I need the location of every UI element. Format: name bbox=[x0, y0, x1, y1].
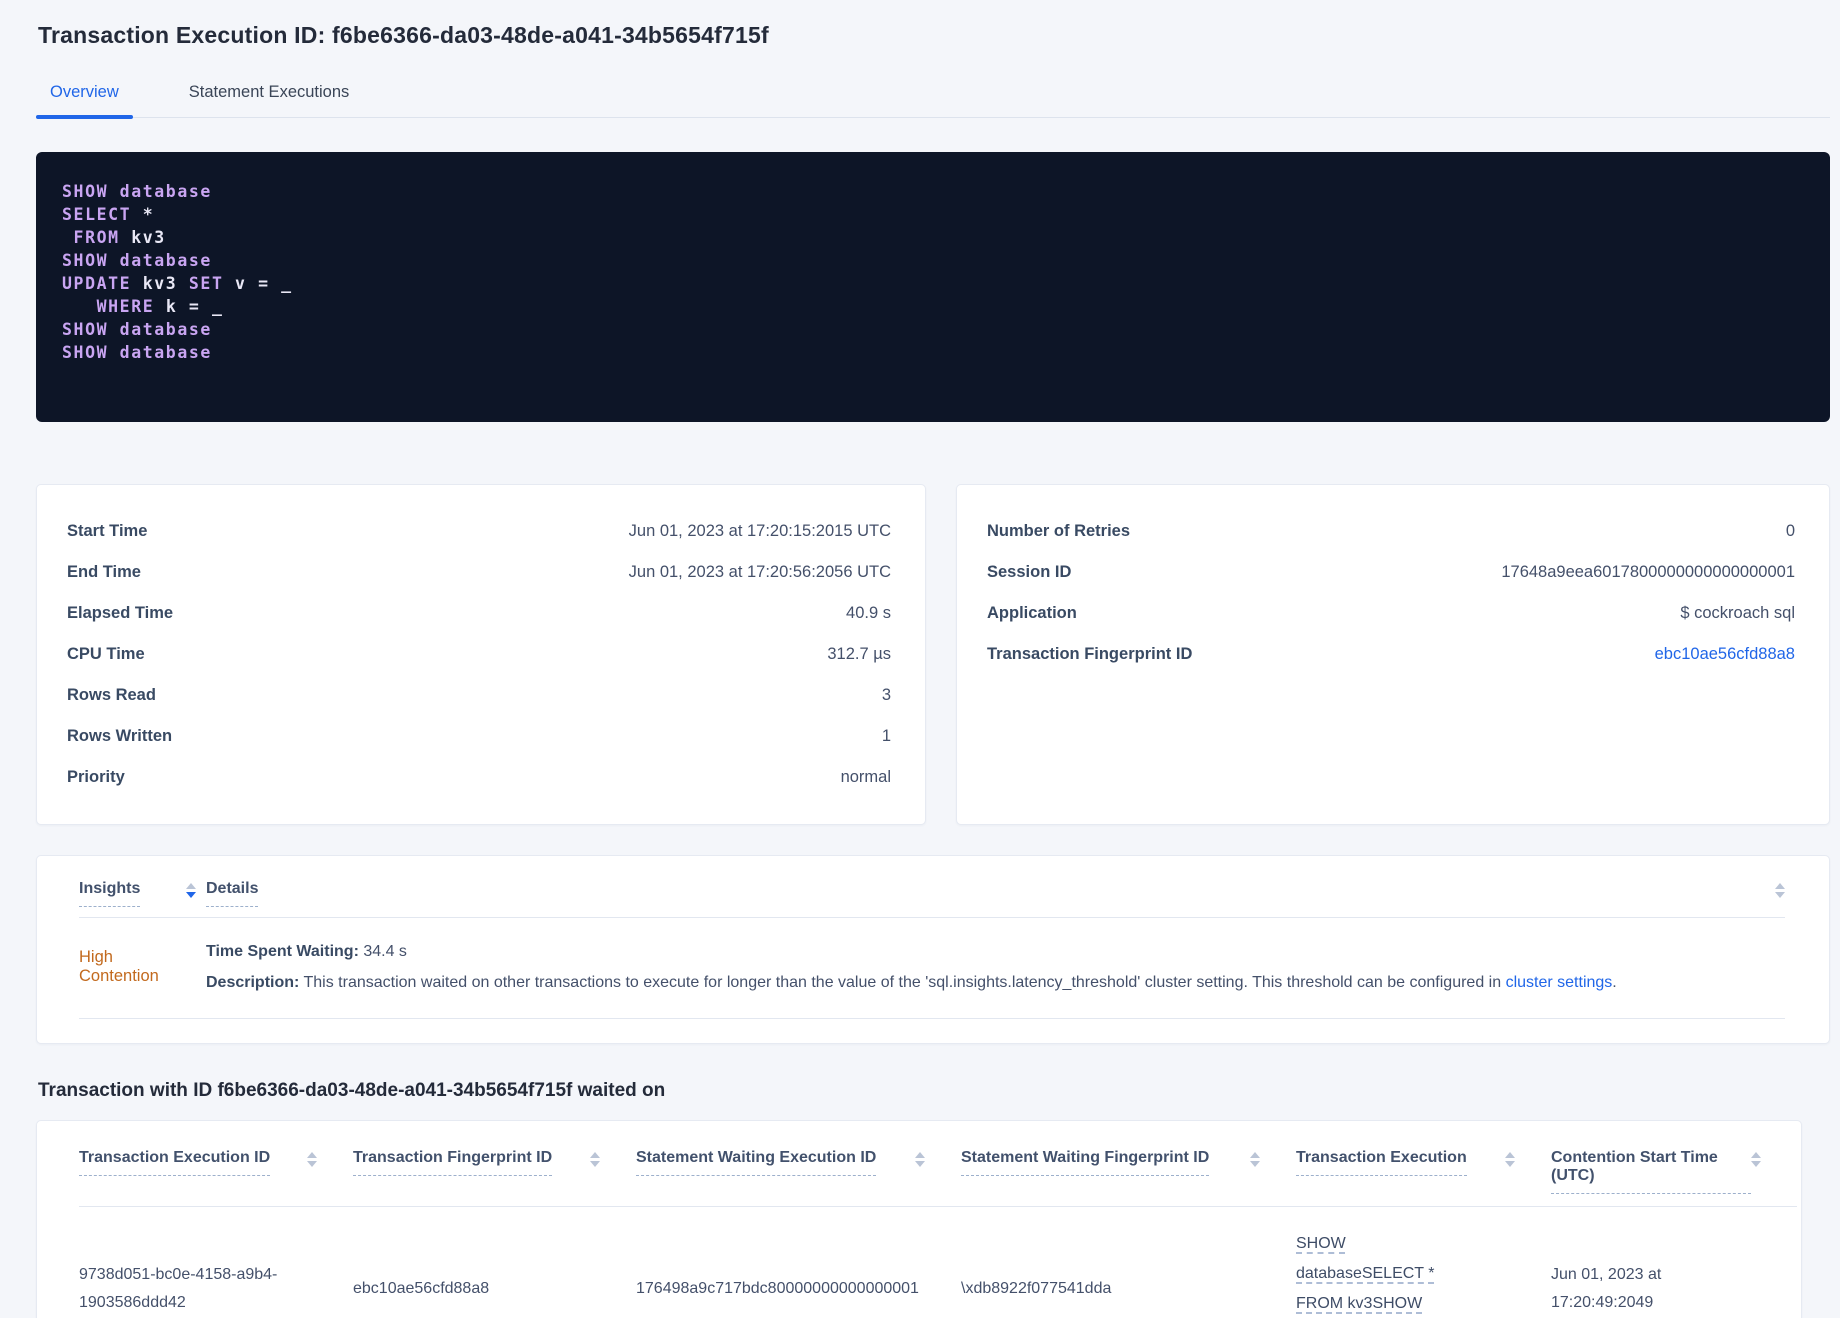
cell-transaction-fingerprint-id: ebc10ae56cfd88a8 bbox=[353, 1280, 490, 1297]
sql-line: SELECT * bbox=[62, 205, 155, 224]
tab-bar: Overview Statement Executions bbox=[36, 75, 1830, 119]
cell-contention-start-time: Jun 01, 2023 at 17:20:49:2049 bbox=[1551, 1266, 1662, 1311]
sql-line: SHOW database bbox=[62, 320, 212, 339]
kv-row-elapsed-time: Elapsed Time 40.9 s bbox=[67, 604, 891, 622]
sort-icon[interactable] bbox=[1751, 1152, 1761, 1167]
cell-transaction-execution: SHOW databaseSELECT * FROM kv3SHOW datab… bbox=[1296, 1229, 1551, 1318]
cell-statement-waiting-fingerprint-id: \xdb8922f077541dda bbox=[961, 1280, 1112, 1297]
transaction-fingerprint-link[interactable]: ebc10ae56cfd88a8 bbox=[1655, 645, 1795, 664]
insight-type-cell: High Contention bbox=[79, 948, 206, 986]
details-column-header[interactable]: Details bbox=[206, 880, 259, 907]
waited-on-heading: Transaction with ID f6be6366-da03-48de-a… bbox=[38, 1080, 666, 1101]
sort-icon-right[interactable] bbox=[1775, 883, 1785, 898]
kv-row-priority: Priority normal bbox=[67, 768, 891, 786]
cell-transaction-execution-id: 9738d051-bc0e-4158-a9b4-1903586ddd42 bbox=[79, 1266, 278, 1311]
execution-details-card: Start Time Jun 01, 2023 at 17:20:15:2015… bbox=[36, 484, 926, 825]
sort-icon[interactable] bbox=[307, 1152, 317, 1167]
col-header-statement-waiting-fingerprint-id[interactable]: Statement Waiting Fingerprint ID bbox=[961, 1149, 1296, 1176]
high-contention-badge: High Contention bbox=[79, 948, 159, 985]
insights-table-header: Insights Details bbox=[79, 856, 1785, 918]
cell-statement-waiting-execution-id: 176498a9c717bdc80000000000000001 bbox=[636, 1280, 919, 1297]
kv-row-transaction-fingerprint-id: Transaction Fingerprint ID ebc10ae56cfd8… bbox=[987, 645, 1795, 664]
kv-row-number-of-retries: Number of Retries 0 bbox=[987, 522, 1795, 540]
waited-table-row: 9738d051-bc0e-4158-a9b4-1903586ddd42 ebc… bbox=[79, 1207, 1797, 1318]
kv-row-rows-written: Rows Written 1 bbox=[67, 727, 891, 745]
sql-line: SHOW database bbox=[62, 343, 212, 362]
sort-icon[interactable] bbox=[1505, 1152, 1515, 1167]
insights-table: Insights Details High Contention Time Sp… bbox=[36, 855, 1830, 1044]
transaction-execution-page: Transaction Execution ID: f6be6366-da03-… bbox=[0, 0, 1840, 1318]
time-spent-waiting: Time Spent Waiting: 34.4 s bbox=[206, 943, 407, 960]
sql-line: FROM kv3 bbox=[62, 228, 166, 247]
insight-description: Description: This transaction waited on … bbox=[206, 974, 1617, 991]
cluster-settings-link[interactable]: cluster settings bbox=[1506, 974, 1613, 991]
insight-details-cell: Time Spent Waiting: 34.4 s Description: … bbox=[206, 936, 1785, 998]
kv-row-end-time: End Time Jun 01, 2023 at 17:20:56:2056 U… bbox=[67, 563, 891, 581]
kv-row-start-time: Start Time Jun 01, 2023 at 17:20:15:2015… bbox=[67, 522, 891, 540]
sql-line: SHOW database bbox=[62, 251, 212, 270]
sort-icon-insights[interactable] bbox=[186, 883, 196, 898]
sort-icon[interactable] bbox=[915, 1152, 925, 1167]
col-header-statement-waiting-execution-id[interactable]: Statement Waiting Execution ID bbox=[636, 1149, 961, 1176]
waited-table-header: Transaction Execution ID Transaction Fin… bbox=[79, 1121, 1797, 1207]
sql-line: SHOW database bbox=[62, 182, 212, 201]
sql-statements-box: SHOW database SELECT * FROM kv3 SHOW dat… bbox=[36, 152, 1830, 422]
sort-icon[interactable] bbox=[590, 1152, 600, 1167]
tab-overview[interactable]: Overview bbox=[36, 75, 133, 119]
kv-row-rows-read: Rows Read 3 bbox=[67, 686, 891, 704]
waited-on-table: Transaction Execution ID Transaction Fin… bbox=[36, 1120, 1802, 1318]
kv-row-session-id: Session ID 17648a9eea6017800000000000000… bbox=[987, 563, 1795, 581]
col-header-transaction-execution[interactable]: Transaction Execution bbox=[1296, 1149, 1551, 1176]
summary-cards: Start Time Jun 01, 2023 at 17:20:15:2015… bbox=[36, 484, 1830, 825]
page-title: Transaction Execution ID: f6be6366-da03-… bbox=[38, 22, 769, 48]
kv-row-application: Application $ cockroach sql bbox=[987, 604, 1795, 622]
transaction-execution-link[interactable]: SHOW databaseSELECT * FROM kv3SHOW datab… bbox=[1296, 1229, 1476, 1318]
col-header-transaction-fingerprint-id[interactable]: Transaction Fingerprint ID bbox=[353, 1149, 636, 1176]
col-header-transaction-execution-id[interactable]: Transaction Execution ID bbox=[79, 1149, 353, 1176]
insight-row: High Contention Time Spent Waiting: 34.4… bbox=[79, 918, 1785, 1019]
sql-line: WHERE k = _ bbox=[62, 297, 224, 316]
kv-row-cpu-time: CPU Time 312.7 µs bbox=[67, 645, 891, 663]
sql-line: UPDATE kv3 SET v = _ bbox=[62, 274, 293, 293]
tab-statement-executions[interactable]: Statement Executions bbox=[175, 75, 364, 117]
col-header-contention-start-time[interactable]: Contention Start Time (UTC) bbox=[1551, 1149, 1797, 1194]
sort-icon[interactable] bbox=[1250, 1152, 1260, 1167]
session-details-card: Number of Retries 0 Session ID 17648a9ee… bbox=[956, 484, 1830, 825]
insights-column-header[interactable]: Insights bbox=[79, 880, 206, 907]
